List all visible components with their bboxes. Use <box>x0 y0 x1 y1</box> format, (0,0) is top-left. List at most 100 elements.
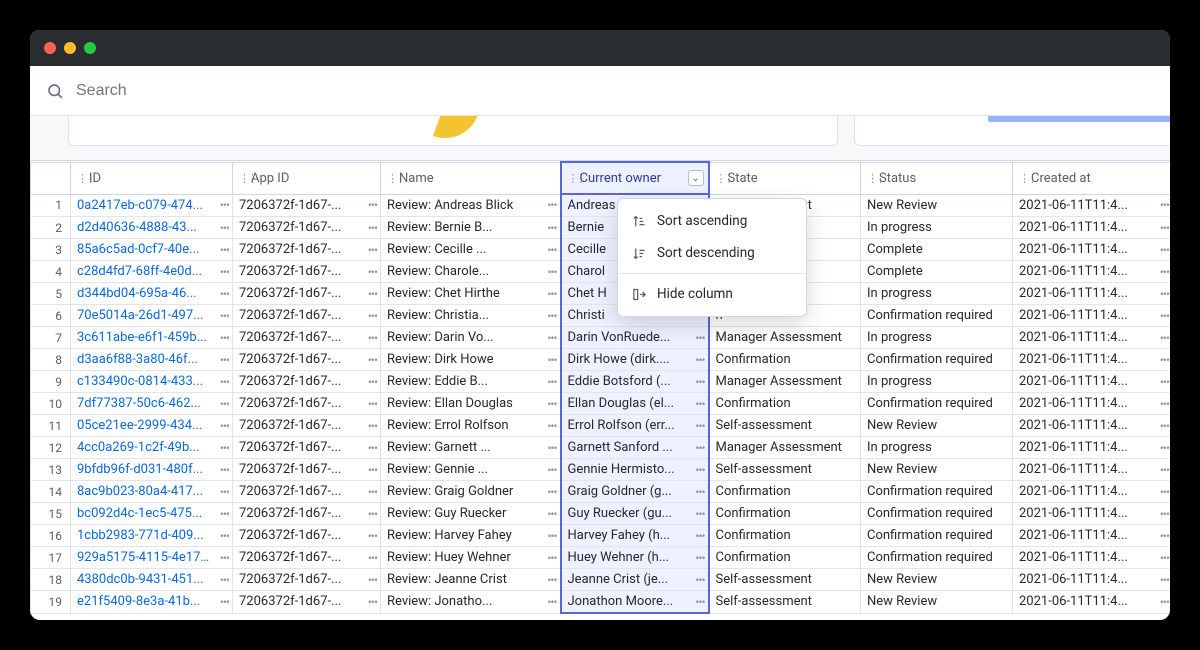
cell-created-at[interactable]: 2021-06-11T11:4...••• <box>1013 569 1171 591</box>
cell-state[interactable]: Manager Assessment <box>709 371 861 393</box>
cell-created-at[interactable]: 2021-06-11T11:4...••• <box>1013 261 1171 283</box>
more-icon[interactable]: ••• <box>220 595 229 609</box>
cell-created-at[interactable]: 2021-06-11T11:4...••• <box>1013 327 1171 349</box>
column-header-app-id[interactable]: ⋮⋮App ID <box>233 162 381 194</box>
table-row[interactable]: 9c133490c-0814-433...•••7206372f-1d67-..… <box>31 371 1171 393</box>
more-icon[interactable]: ••• <box>220 573 229 587</box>
more-icon[interactable]: ••• <box>368 419 377 433</box>
cell-current-owner[interactable]: Graig Goldner (g...••• <box>561 481 709 503</box>
more-icon[interactable]: ••• <box>1160 529 1169 543</box>
more-icon[interactable]: ••• <box>368 243 377 257</box>
more-icon[interactable]: ••• <box>547 221 556 235</box>
more-icon[interactable]: ••• <box>1160 221 1169 235</box>
more-icon[interactable]: ••• <box>1160 331 1169 345</box>
column-header-rownum[interactable] <box>31 162 71 194</box>
cell-state[interactable]: Confirmation <box>709 547 861 569</box>
more-icon[interactable]: ••• <box>695 397 704 411</box>
cell-id[interactable]: 85a6c5ad-0cf7-40e...••• <box>71 239 233 261</box>
cell-created-at[interactable]: 2021-06-11T11:4...••• <box>1013 349 1171 371</box>
more-icon[interactable]: ••• <box>220 463 229 477</box>
search-input[interactable] <box>76 82 1154 100</box>
cell-app-id[interactable]: 7206372f-1d67-...••• <box>233 547 381 569</box>
more-icon[interactable]: ••• <box>220 265 229 279</box>
more-icon[interactable]: ••• <box>368 375 377 389</box>
cell-name[interactable]: Review: Ellan Douglas••• <box>381 393 561 415</box>
more-icon[interactable]: ••• <box>1160 485 1169 499</box>
more-icon[interactable]: ••• <box>1160 243 1169 257</box>
cell-name[interactable]: Review: Cecille ...••• <box>381 239 561 261</box>
table-row[interactable]: 10a2417eb-c079-474...•••7206372f-1d67-..… <box>31 194 1171 217</box>
table-row[interactable]: 107df77387-50c6-462...•••7206372f-1d67-.… <box>31 393 1171 415</box>
cell-name[interactable]: Review: Guy Ruecker••• <box>381 503 561 525</box>
cell-state[interactable]: Manager Assessment <box>709 327 861 349</box>
cell-state[interactable]: Confirmation <box>709 349 861 371</box>
cell-created-at[interactable]: 2021-06-11T11:4...••• <box>1013 591 1171 614</box>
more-icon[interactable]: ••• <box>368 287 377 301</box>
cell-id[interactable]: c28d4fd7-68ff-4e0d...••• <box>71 261 233 283</box>
more-icon[interactable]: ••• <box>368 331 377 345</box>
cell-id[interactable]: e21f5409-8e3a-41b...••• <box>71 591 233 614</box>
cell-created-at[interactable]: 2021-06-11T11:4...••• <box>1013 459 1171 481</box>
cell-status[interactable]: New Review <box>861 591 1013 614</box>
cell-app-id[interactable]: 7206372f-1d67-...••• <box>233 305 381 327</box>
more-icon[interactable]: ••• <box>220 243 229 257</box>
cell-id[interactable]: 4cc0a269-1c2f-49b...••• <box>71 437 233 459</box>
more-icon[interactable]: ••• <box>1160 551 1169 565</box>
cell-name[interactable]: Review: Graig Goldner••• <box>381 481 561 503</box>
column-header-id[interactable]: ⋮⋮ID <box>71 162 233 194</box>
cell-created-at[interactable]: 2021-06-11T11:4...••• <box>1013 437 1171 459</box>
more-icon[interactable]: ••• <box>220 353 229 367</box>
more-icon[interactable]: ••• <box>695 463 704 477</box>
cell-current-owner[interactable]: Ellan Douglas (el...••• <box>561 393 709 415</box>
cell-id[interactable]: d344bd04-695a-46...••• <box>71 283 233 305</box>
cell-status[interactable]: Complete <box>861 261 1013 283</box>
table-row[interactable]: 148ac9b023-80a4-417...•••7206372f-1d67-.… <box>31 481 1171 503</box>
cell-id[interactable]: 0a2417eb-c079-474...••• <box>71 194 233 217</box>
more-icon[interactable]: ••• <box>368 573 377 587</box>
cell-app-id[interactable]: 7206372f-1d67-...••• <box>233 283 381 305</box>
cell-app-id[interactable]: 7206372f-1d67-...••• <box>233 503 381 525</box>
cell-state[interactable]: Self-assessment <box>709 415 861 437</box>
cell-state[interactable]: Confirmation <box>709 503 861 525</box>
more-icon[interactable]: ••• <box>1160 573 1169 587</box>
more-icon[interactable]: ••• <box>547 529 556 543</box>
cell-created-at[interactable]: 2021-06-11T11:4...••• <box>1013 217 1171 239</box>
table-row[interactable]: 670e5014a-26d1-497...•••7206372f-1d67-..… <box>31 305 1171 327</box>
cell-status[interactable]: Confirmation required <box>861 393 1013 415</box>
cell-app-id[interactable]: 7206372f-1d67-...••• <box>233 415 381 437</box>
cell-id[interactable]: d3aa6f88-3a80-46f...••• <box>71 349 233 371</box>
table-row[interactable]: 4c28d4fd7-68ff-4e0d...•••7206372f-1d67-.… <box>31 261 1171 283</box>
more-icon[interactable]: ••• <box>368 441 377 455</box>
more-icon[interactable]: ••• <box>547 265 556 279</box>
more-icon[interactable]: ••• <box>220 441 229 455</box>
cell-state[interactable]: Self-assessment <box>709 569 861 591</box>
hide-column-item[interactable]: Hide column <box>618 278 806 310</box>
more-icon[interactable]: ••• <box>1160 441 1169 455</box>
cell-status[interactable]: Confirmation required <box>861 481 1013 503</box>
cell-created-at[interactable]: 2021-06-11T11:4...••• <box>1013 305 1171 327</box>
cell-state[interactable]: Self-assessment <box>709 459 861 481</box>
window-close-button[interactable] <box>44 42 56 54</box>
cell-name[interactable]: Review: Christia...••• <box>381 305 561 327</box>
more-icon[interactable]: ••• <box>368 353 377 367</box>
cell-app-id[interactable]: 7206372f-1d67-...••• <box>233 591 381 614</box>
cell-current-owner[interactable]: Garnett Sanford ...••• <box>561 437 709 459</box>
cell-status[interactable]: New Review <box>861 415 1013 437</box>
more-icon[interactable]: ••• <box>1160 419 1169 433</box>
cell-current-owner[interactable]: Jeanne Crist (je...••• <box>561 569 709 591</box>
cell-current-owner[interactable]: Darin VonRuede...••• <box>561 327 709 349</box>
more-icon[interactable]: ••• <box>547 397 556 411</box>
more-icon[interactable]: ••• <box>547 375 556 389</box>
more-icon[interactable]: ••• <box>368 309 377 323</box>
more-icon[interactable]: ••• <box>220 331 229 345</box>
cell-current-owner[interactable]: Guy Ruecker (gu...••• <box>561 503 709 525</box>
more-icon[interactable]: ••• <box>220 287 229 301</box>
cell-id[interactable]: 8ac9b023-80a4-417...••• <box>71 481 233 503</box>
more-icon[interactable]: ••• <box>220 198 229 212</box>
cell-app-id[interactable]: 7206372f-1d67-...••• <box>233 481 381 503</box>
cell-created-at[interactable]: 2021-06-11T11:4...••• <box>1013 503 1171 525</box>
more-icon[interactable]: ••• <box>547 243 556 257</box>
more-icon[interactable]: ••• <box>547 551 556 565</box>
more-icon[interactable]: ••• <box>547 353 556 367</box>
table-row[interactable]: 184380dc0b-9431-451...•••7206372f-1d67-.… <box>31 569 1171 591</box>
